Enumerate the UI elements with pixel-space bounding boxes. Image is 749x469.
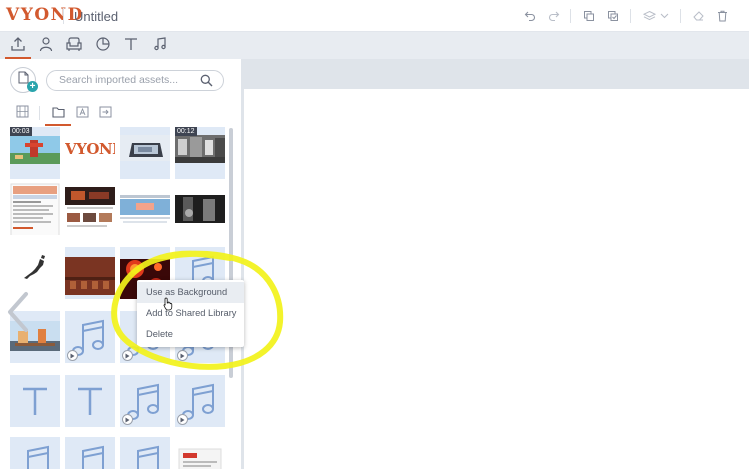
- asset-tile[interactable]: [10, 375, 60, 427]
- filter-fonts[interactable]: [74, 106, 90, 122]
- asset-tile[interactable]: 00:12: [175, 127, 225, 179]
- document-title[interactable]: Untitled: [74, 9, 118, 24]
- play-icon[interactable]: [122, 414, 133, 425]
- asset-tile[interactable]: VYOND: [65, 127, 115, 179]
- divider: [39, 106, 40, 120]
- tab-characters[interactable]: [35, 35, 57, 57]
- vyond-logo[interactable]: VYOND: [6, 5, 84, 25]
- chevron-down-icon[interactable]: [656, 8, 672, 24]
- scene-canvas[interactable]: [244, 89, 749, 469]
- asset-tile[interactable]: [120, 437, 170, 469]
- font-icon: [76, 105, 89, 123]
- menu-item-add-to-shared-library[interactable]: Add to Shared Library: [137, 303, 244, 324]
- asset-tile[interactable]: [120, 183, 170, 235]
- chevron-left-icon[interactable]: [4, 290, 32, 339]
- asset-tile[interactable]: [65, 311, 115, 363]
- delete-icon[interactable]: [714, 8, 730, 24]
- asset-filter-bar: [0, 103, 238, 126]
- asset-tile[interactable]: [65, 437, 115, 469]
- search-icon[interactable]: [200, 74, 213, 92]
- divider: [63, 8, 64, 24]
- layers-icon[interactable]: [641, 8, 657, 24]
- undo-icon[interactable]: [522, 8, 538, 24]
- asset-tile[interactable]: [10, 437, 60, 469]
- paste-icon[interactable]: [605, 8, 621, 24]
- duration-badge: 00:12: [175, 127, 197, 136]
- asset-tile[interactable]: [120, 375, 170, 427]
- filter-folders[interactable]: [45, 105, 71, 126]
- asset-tile[interactable]: [65, 375, 115, 427]
- top-bar: VYOND Untitled: [0, 0, 749, 32]
- clear-icon[interactable]: [690, 8, 706, 24]
- menu-item-delete[interactable]: Delete: [137, 324, 244, 345]
- divider: [680, 9, 681, 23]
- copy-icon[interactable]: [581, 8, 597, 24]
- search-box: [46, 70, 224, 91]
- folder-icon: [51, 105, 65, 123]
- asset-tile[interactable]: [175, 437, 225, 469]
- text-icon: [123, 36, 139, 57]
- divider: [630, 9, 631, 23]
- music-icon: [152, 36, 168, 57]
- menu-item-use-as-background[interactable]: Use as Background: [137, 282, 244, 303]
- filter-all[interactable]: [14, 105, 30, 123]
- film-icon: [16, 105, 29, 123]
- asset-category-tabs: [0, 32, 749, 59]
- armchair-icon: [65, 36, 83, 57]
- divider: [570, 9, 571, 23]
- asset-tile[interactable]: [175, 183, 225, 235]
- play-icon[interactable]: [177, 414, 188, 425]
- play-icon[interactable]: [177, 350, 188, 361]
- play-icon[interactable]: [67, 350, 78, 361]
- asset-tile[interactable]: 00:03: [10, 127, 60, 179]
- asset-tile[interactable]: [120, 127, 170, 179]
- asset-thumbnail-text: VYOND: [65, 140, 115, 158]
- asset-context-menu: Use as Background Add to Shared Library …: [137, 280, 244, 347]
- asset-tile[interactable]: [65, 247, 115, 299]
- asset-tile[interactable]: [65, 183, 115, 235]
- person-icon: [38, 36, 54, 57]
- tab-text[interactable]: [120, 35, 142, 57]
- add-icon[interactable]: +: [27, 81, 38, 92]
- filter-move[interactable]: [97, 106, 113, 122]
- play-icon[interactable]: [122, 350, 133, 361]
- upload-icon: [10, 36, 26, 57]
- tab-charts[interactable]: [92, 35, 114, 57]
- pie-chart-icon: [95, 36, 111, 57]
- tab-props[interactable]: [63, 35, 85, 57]
- duration-badge: 00:03: [10, 127, 32, 136]
- search-input[interactable]: [59, 74, 199, 86]
- redo-icon[interactable]: [546, 8, 562, 24]
- canvas-toolbar-strip: [241, 59, 749, 89]
- asset-tile[interactable]: [175, 375, 225, 427]
- tab-audio[interactable]: [149, 35, 171, 57]
- asset-tile[interactable]: [10, 183, 60, 235]
- move-to-icon: [99, 105, 112, 123]
- tab-import[interactable]: [5, 35, 31, 59]
- hand-cursor-icon: [163, 297, 174, 316]
